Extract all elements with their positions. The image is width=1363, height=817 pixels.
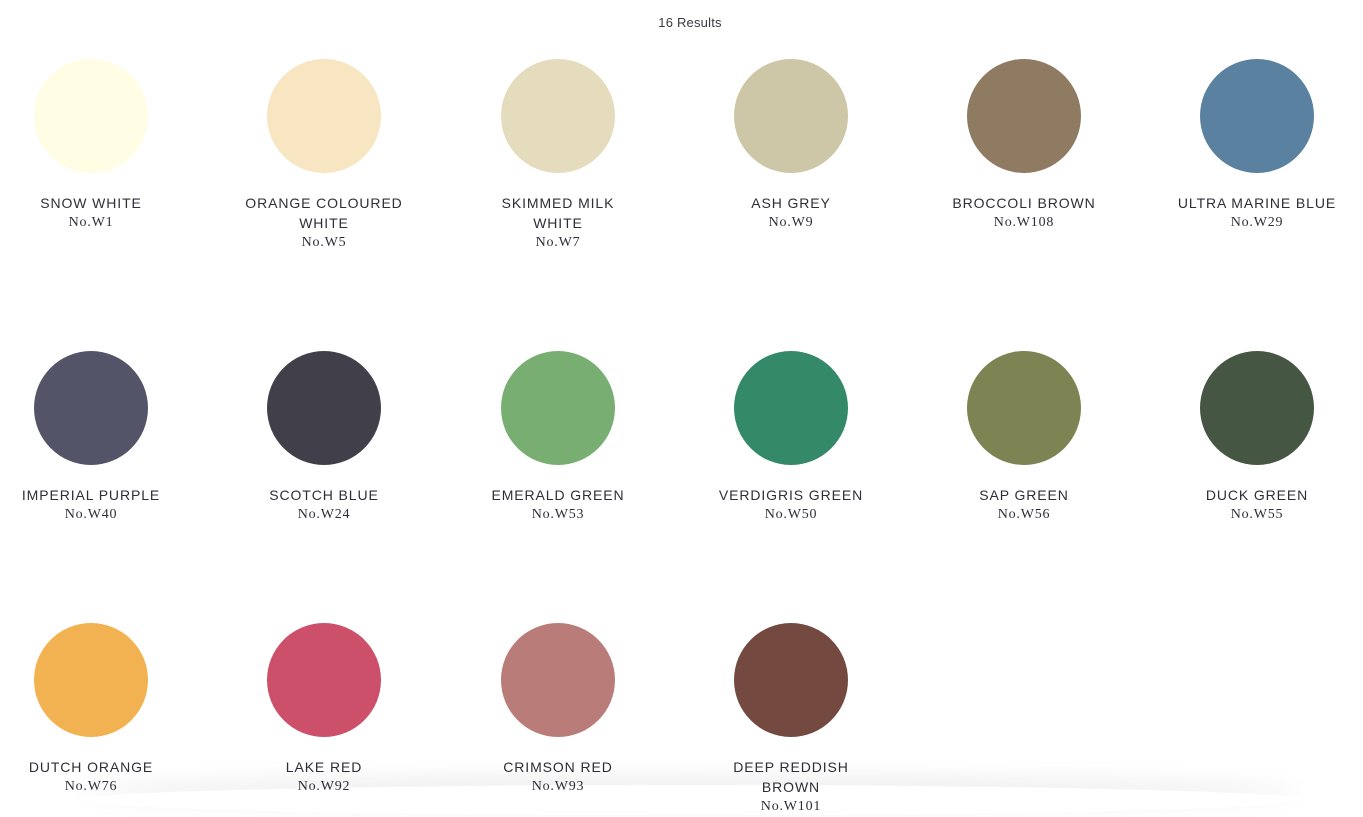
- color-swatch[interactable]: [267, 59, 381, 173]
- color-swatch[interactable]: [34, 351, 148, 465]
- swatch-name: BROCCOLI BROWN: [952, 195, 1096, 211]
- swatch-card-sap-green[interactable]: SAP GREEN No.W56: [924, 351, 1124, 525]
- color-swatch[interactable]: [501, 351, 615, 465]
- swatch-name: LAKE RED: [285, 759, 363, 775]
- color-swatch[interactable]: [267, 623, 381, 737]
- swatch-name: IMPERIAL PURPLE: [21, 487, 161, 503]
- swatch-name: VERDIGRIS GREEN: [718, 487, 864, 503]
- swatch-card-orange-coloured-white[interactable]: ORANGE COLOURED WHITE No.W5: [224, 59, 424, 253]
- swatch-code: No.W9: [768, 215, 814, 230]
- swatch-card-ultra-marine-blue[interactable]: ULTRA MARINE BLUE No.W29: [1157, 59, 1357, 233]
- bottom-shadow: [80, 785, 1303, 815]
- color-swatch[interactable]: [967, 59, 1081, 173]
- swatch-name: SAP GREEN: [979, 487, 1069, 503]
- color-swatch[interactable]: [501, 623, 615, 737]
- swatch-card-scotch-blue[interactable]: SCOTCH BLUE No.W24: [224, 351, 424, 525]
- swatch-card-verdigris-green[interactable]: VERDIGRIS GREEN No.W50: [691, 351, 891, 525]
- swatch-name: EMERALD GREEN: [491, 487, 625, 503]
- swatch-code: No.W56: [997, 507, 1051, 522]
- swatch-name: SCOTCH BLUE: [269, 487, 379, 503]
- swatch-name: ASH GREY: [751, 195, 831, 211]
- swatch-card-ash-grey[interactable]: ASH GREY No.W9: [691, 59, 891, 233]
- swatch-code: No.W29: [1230, 215, 1284, 230]
- color-swatch[interactable]: [734, 351, 848, 465]
- color-swatch[interactable]: [34, 623, 148, 737]
- swatch-code: No.W50: [764, 507, 818, 522]
- swatch-code: No.W108: [993, 215, 1055, 230]
- swatch-code: No.W5: [301, 235, 347, 250]
- swatch-name: SNOW WHITE: [40, 195, 142, 211]
- swatch-code: No.W55: [1230, 507, 1284, 522]
- swatch-card-imperial-purple[interactable]: IMPERIAL PURPLE No.W40: [0, 351, 191, 525]
- swatch-card-skimmed-milk-white[interactable]: SKIMMED MILK WHITE No.W7: [458, 59, 658, 253]
- swatch-card-duck-green[interactable]: DUCK GREEN No.W55: [1157, 351, 1357, 525]
- swatch-name: CRIMSON RED: [503, 759, 613, 775]
- swatch-code: No.W40: [64, 507, 118, 522]
- swatch-card-snow-white[interactable]: SNOW WHITE No.W1: [0, 59, 191, 233]
- color-swatch[interactable]: [1200, 351, 1314, 465]
- color-swatch[interactable]: [267, 351, 381, 465]
- color-swatch[interactable]: [734, 59, 848, 173]
- swatch-name: ORANGE COLOURED WHITE: [245, 195, 403, 231]
- color-swatch[interactable]: [734, 623, 848, 737]
- swatch-code: No.W53: [531, 507, 585, 522]
- swatch-grid: SNOW WHITE No.W1 ORANGE COLOURED WHITE N…: [0, 0, 1363, 814]
- swatch-name: SKIMMED MILK WHITE: [501, 195, 615, 231]
- swatch-card-dutch-orange[interactable]: DUTCH ORANGE No.W76: [0, 623, 191, 797]
- color-swatch[interactable]: [1200, 59, 1314, 173]
- color-swatch[interactable]: [501, 59, 615, 173]
- swatch-card-emerald-green[interactable]: EMERALD GREEN No.W53: [458, 351, 658, 525]
- swatch-card-broccoli-brown[interactable]: BROCCOLI BROWN No.W108: [924, 59, 1124, 233]
- swatch-name: DUTCH ORANGE: [28, 759, 154, 775]
- swatch-name: DUCK GREEN: [1205, 487, 1309, 503]
- swatch-card-crimson-red[interactable]: CRIMSON RED No.W93: [458, 623, 658, 797]
- swatch-card-lake-red[interactable]: LAKE RED No.W92: [224, 623, 424, 797]
- swatch-code: No.W7: [535, 235, 581, 250]
- color-swatch[interactable]: [967, 351, 1081, 465]
- swatch-name: ULTRA MARINE BLUE: [1177, 195, 1337, 211]
- swatch-code: No.W24: [297, 507, 351, 522]
- swatch-code: No.W1: [68, 215, 114, 230]
- color-swatch[interactable]: [34, 59, 148, 173]
